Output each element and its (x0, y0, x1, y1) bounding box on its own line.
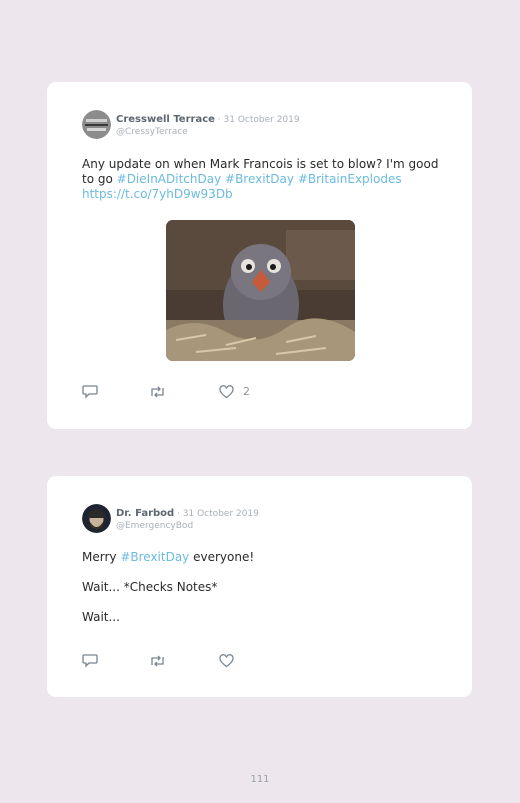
retweet-icon (149, 385, 166, 399)
tweet-card-2: Dr. Farbod · 31 October 2019 @EmergencyB… (47, 476, 472, 697)
tweet-paragraph: Wait... (82, 610, 120, 624)
retweet-button[interactable] (149, 654, 166, 668)
hashtag-link[interactable]: #BrexitDay (225, 172, 294, 186)
heart-icon (219, 384, 234, 399)
tweet-actions (82, 653, 234, 668)
hashtag-link[interactable]: #BrexitDay (120, 550, 189, 564)
tweet-date[interactable]: · 31 October 2019 (174, 509, 259, 519)
tweet-media-gif[interactable] (166, 220, 355, 361)
display-name[interactable]: Cresswell Terrace (116, 114, 215, 125)
retweet-button[interactable] (149, 385, 166, 399)
avatar[interactable] (82, 504, 111, 533)
like-count: 2 (243, 385, 250, 398)
tweet-header: Cresswell Terrace · 31 October 2019 @Cre… (82, 110, 300, 139)
like-button[interactable]: 2 (219, 384, 250, 399)
page-number: 111 (250, 774, 270, 785)
avatar[interactable] (82, 110, 111, 139)
retweet-icon (149, 654, 166, 668)
like-button[interactable] (219, 653, 234, 668)
reply-icon (82, 653, 98, 668)
tweet-text: Any update on when Mark Francois is set … (82, 157, 442, 202)
tweet-text: Merry #BrexitDay everyone! Wait... *Chec… (82, 550, 442, 640)
reply-button[interactable] (82, 653, 98, 668)
tweet-card-1: Cresswell Terrace · 31 October 2019 @Cre… (47, 82, 472, 429)
reply-button[interactable] (82, 384, 98, 399)
heart-icon (219, 653, 234, 668)
tweet-url-link[interactable]: https://t.co/7yhD9w93Db (82, 187, 442, 202)
hashtag-link[interactable]: #DieInADitchDay (117, 172, 222, 186)
tweet-text-line: Any update on when Mark Francois is set … (82, 157, 439, 171)
tweet-paragraph: Wait... *Checks Notes* (82, 580, 218, 594)
display-name[interactable]: Dr. Farbod (116, 508, 174, 519)
tweet-date[interactable]: · 31 October 2019 (215, 115, 300, 125)
tweet-actions: 2 (82, 384, 250, 399)
hashtag-link[interactable]: #BritainExplodes (298, 172, 402, 186)
tweet-header: Dr. Farbod · 31 October 2019 @EmergencyB… (82, 504, 259, 533)
reply-icon (82, 384, 98, 399)
tweet-text-segment: Merry (82, 550, 121, 564)
user-handle[interactable]: @CressyTerrace (116, 126, 300, 138)
tweet-text-line: to go (82, 172, 117, 186)
tweet-text-segment: everyone! (189, 550, 255, 564)
user-handle[interactable]: @EmergencyBod (116, 520, 259, 532)
